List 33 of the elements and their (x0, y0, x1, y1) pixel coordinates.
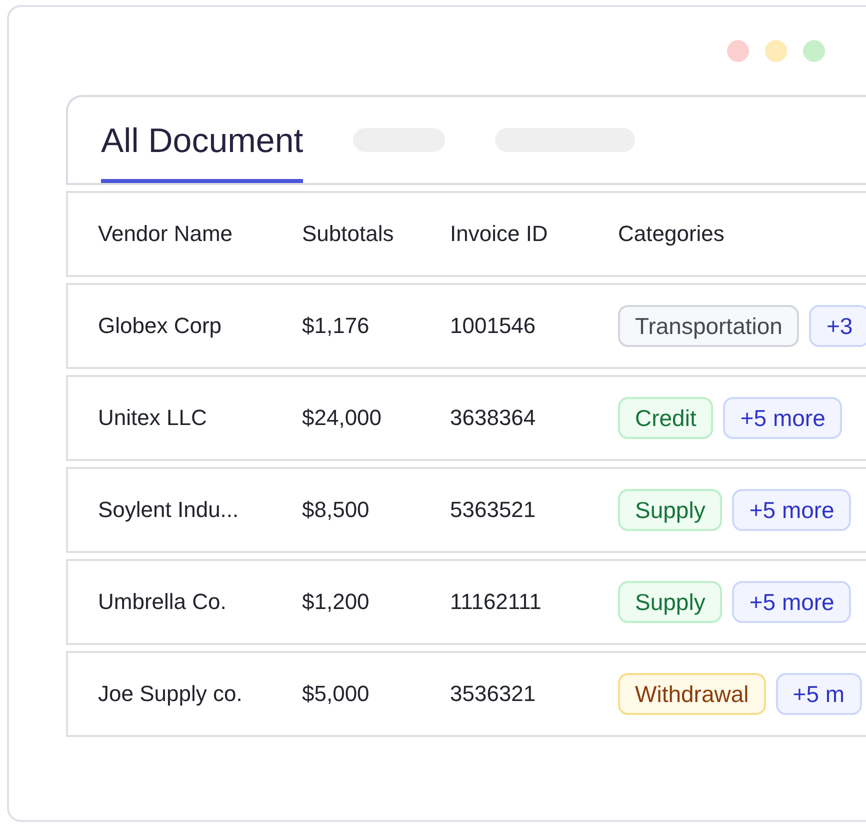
table-cell-text: $5,000 (302, 681, 370, 707)
table-cell-text: $24,000 (302, 405, 383, 431)
table-cell-text: 5363521 (450, 497, 537, 523)
column-header: Vendor Name (98, 221, 234, 247)
more-tag[interactable]: +5 more (723, 397, 842, 439)
category-tag: Transportation (618, 305, 800, 347)
table-cell-text: Umbrella Co. (98, 589, 228, 615)
table-cell-text: 11162111 (450, 589, 542, 615)
table-cell-text: 3536321 (450, 681, 537, 707)
table-cell-text: $1,200 (302, 589, 370, 615)
column-header: Invoice ID (450, 221, 549, 247)
more-tag[interactable]: +5 more (732, 489, 852, 531)
more-tag[interactable]: +5 m (776, 673, 862, 715)
table-cell-text: $8,500 (302, 497, 370, 523)
category-tag: Withdrawal (618, 673, 766, 715)
table-cell-text: 3638364 (450, 405, 537, 431)
window-control[interactable] (803, 40, 825, 62)
table-cell-text: Unitex LLC (98, 405, 208, 431)
category-tag: Supply (618, 489, 722, 531)
table-cell-text: 1001546 (450, 313, 537, 339)
tab[interactable]: All Document (101, 119, 304, 183)
table-cell-text: $1,176 (302, 313, 370, 339)
column-header: Categories (618, 221, 726, 247)
table-cell-text: Soylent Indu... (98, 497, 240, 523)
column-header: Subtotals (302, 221, 395, 247)
more-tag[interactable]: +5 more (732, 581, 852, 623)
category-tag: Credit (618, 397, 714, 439)
more-tag[interactable]: +3 (809, 305, 866, 347)
window-control[interactable] (765, 40, 787, 62)
table-cell-text: Globex Corp (98, 313, 223, 339)
window-control[interactable] (727, 40, 749, 62)
category-tag: Supply (618, 581, 722, 623)
table-cell-text: Joe Supply co. (98, 681, 244, 707)
